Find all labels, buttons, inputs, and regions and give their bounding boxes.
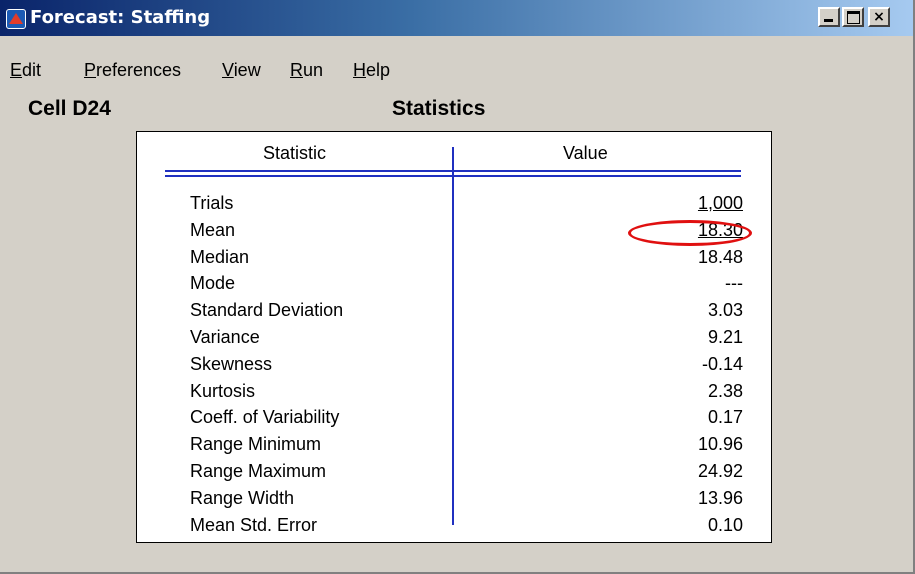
minimize-icon — [824, 19, 833, 22]
row-value: 2.38 — [707, 380, 743, 401]
row-value: 13.96 — [697, 487, 743, 508]
table-row: Mode --- — [137, 273, 773, 300]
table-row: Range Width 13.96 — [137, 488, 773, 515]
row-value: 9.21 — [707, 326, 743, 347]
view-header: Cell D24 Statistics — [0, 97, 913, 127]
cell-label: Cell D24 — [28, 97, 111, 120]
row-label: Skewness — [190, 353, 273, 374]
row-label: Range Maximum — [190, 460, 327, 481]
row-value: -0.14 — [701, 353, 743, 374]
table-row: Kurtosis 2.38 — [137, 381, 773, 408]
table-row: Median 18.48 — [137, 247, 773, 274]
row-value: --- — [725, 273, 743, 294]
menu-preferences[interactable]: Preferences — [84, 60, 181, 81]
row-value: 24.92 — [697, 460, 743, 481]
column-header-statistic: Statistic — [263, 143, 327, 163]
table-row: Trials 1,000 — [137, 193, 773, 220]
title-bar[interactable]: Forecast: Staffing × — [0, 0, 913, 36]
row-value: 0.17 — [707, 407, 743, 428]
table-row: Range Minimum 10.96 — [137, 434, 773, 461]
row-label: Mean — [190, 219, 236, 240]
window-title: Forecast: Staffing — [30, 7, 211, 28]
menu-run[interactable]: Run — [290, 60, 323, 81]
menu-edit[interactable]: Edit — [10, 60, 41, 81]
row-value: 1,000 — [697, 193, 743, 213]
close-icon: × — [873, 9, 885, 25]
table-row: Standard Deviation 3.03 — [137, 300, 773, 327]
menu-help[interactable]: Help — [353, 60, 390, 81]
row-value: 10.96 — [697, 434, 743, 455]
maximize-button[interactable] — [842, 7, 864, 27]
menu-bar: Edit Preferences View Run Help — [0, 56, 913, 86]
table-row: Range Maximum 24.92 — [137, 461, 773, 488]
row-label: Range Minimum — [190, 434, 322, 455]
forecast-window: Forecast: Staffing × Edit Preferences Vi… — [0, 0, 915, 574]
row-label: Standard Deviation — [190, 300, 344, 321]
mean-highlight-circle — [628, 220, 752, 246]
row-value: 0.10 — [707, 514, 743, 535]
table-row: Skewness -0.14 — [137, 354, 773, 381]
row-label: Kurtosis — [190, 380, 256, 401]
table-row: Variance 9.21 — [137, 327, 773, 354]
app-icon — [6, 9, 26, 29]
close-button[interactable]: × — [868, 7, 890, 27]
row-label: Variance — [190, 326, 260, 347]
row-label: Coeff. of Variability — [190, 407, 340, 428]
row-label: Trials — [190, 193, 234, 213]
row-value: 3.03 — [707, 300, 743, 321]
maximize-icon — [847, 11, 860, 24]
table-row: Mean Std. Error 0.10 — [137, 515, 773, 542]
statistics-table: Statistic Value Trials 1,000 Mean 18.30 Me… — [136, 131, 772, 543]
row-label: Mode — [190, 273, 236, 294]
row-label: Mean Std. Error — [190, 514, 318, 535]
row-value: 18.48 — [697, 246, 743, 267]
column-header-value: Value — [563, 143, 608, 163]
table-row: Coeff. of Variability 0.17 — [137, 407, 773, 434]
row-label: Range Width — [190, 487, 295, 508]
view-title[interactable]: Statistics — [392, 97, 485, 121]
menu-view[interactable]: View — [222, 60, 261, 81]
row-label: Median — [190, 246, 250, 267]
minimize-button[interactable] — [818, 7, 840, 27]
